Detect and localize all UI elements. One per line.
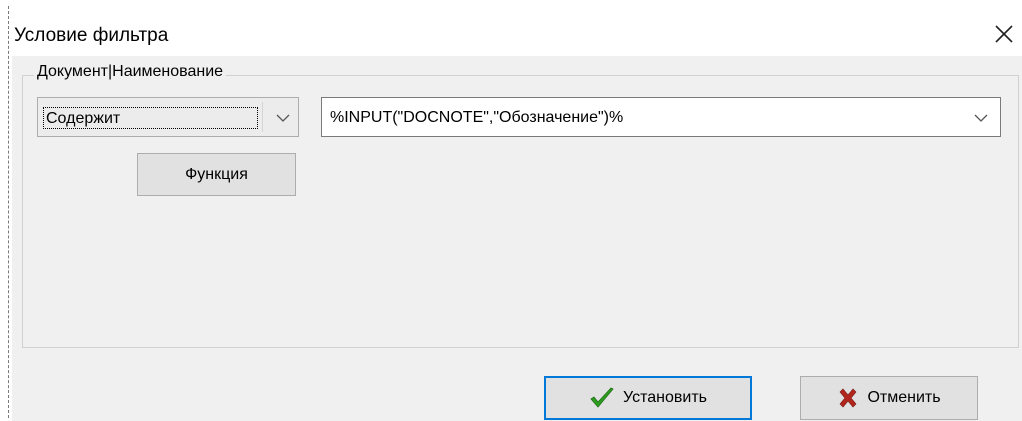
cancel-button-label: Отменить <box>867 389 941 406</box>
apply-button[interactable]: Установить <box>544 376 752 420</box>
operator-dropdown[interactable]: Содержит <box>37 97 299 137</box>
cross-icon <box>837 387 859 409</box>
cancel-button[interactable]: Отменить <box>800 376 978 420</box>
apply-button-label: Установить <box>623 389 707 406</box>
function-button[interactable]: Функция <box>137 153 296 196</box>
operator-value: Содержит <box>43 107 258 129</box>
chevron-down-icon[interactable] <box>973 110 989 126</box>
dialog-title: Условие фильтра <box>14 25 169 46</box>
field-name-label: Документ|Наименование <box>34 62 227 82</box>
checkmark-icon <box>589 386 615 410</box>
condition-value-combobox[interactable]: %INPUT("DOCNOTE","Обозначение")% <box>321 97 1001 137</box>
dropdown-separator <box>262 102 263 132</box>
chevron-down-icon[interactable] <box>275 110 291 126</box>
close-button[interactable] <box>990 20 1018 48</box>
window-left-edge <box>8 6 9 418</box>
condition-value-text: %INPUT("DOCNOTE","Обозначение")% <box>330 109 624 126</box>
close-icon <box>995 25 1013 43</box>
filter-condition-dialog: Условие фильтра Документ|Наименование Со… <box>0 0 1022 421</box>
